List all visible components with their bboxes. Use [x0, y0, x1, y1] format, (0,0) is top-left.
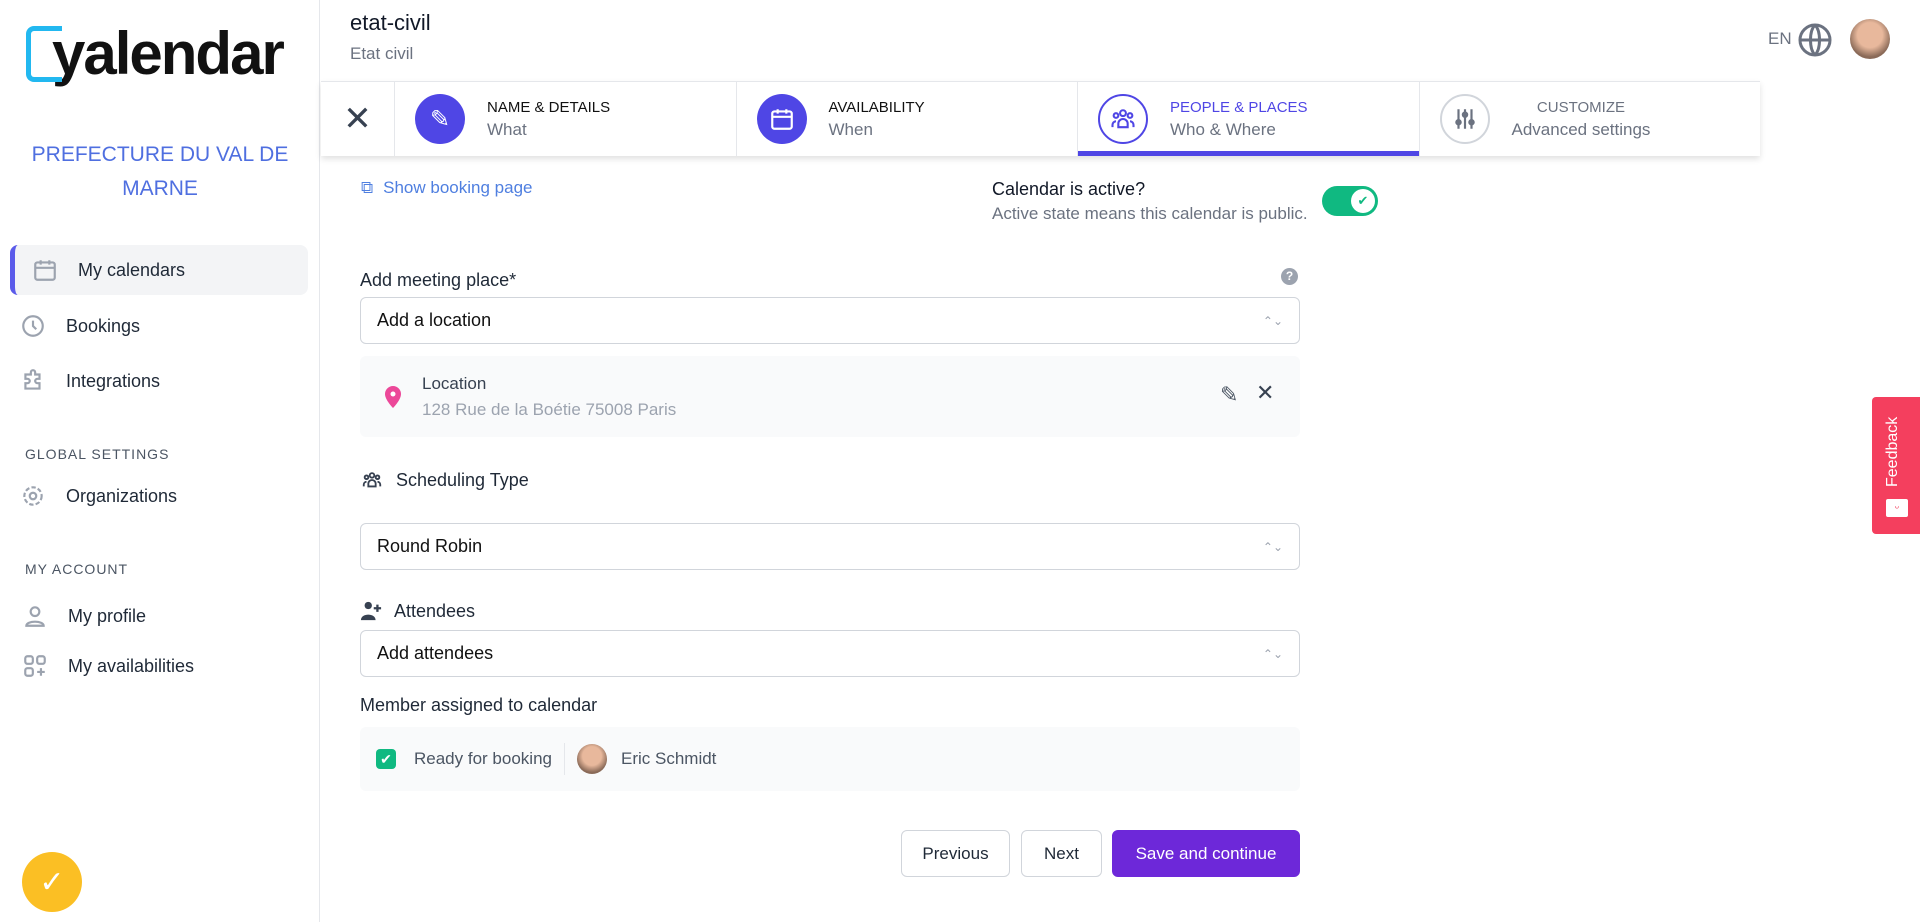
sidebar-item-my-calendars[interactable]: My calendars	[10, 245, 308, 295]
attendees-label: Attendees	[360, 600, 475, 622]
people-icon	[1098, 94, 1148, 144]
map-pin-icon	[385, 386, 401, 408]
chevron-updown-icon: ⌃⌄	[1262, 539, 1283, 554]
page-subtitle: Etat civil	[350, 44, 414, 63]
step-subtitle: Who & Where	[1170, 119, 1276, 139]
calendar-icon	[756, 94, 807, 144]
sidebar-item-label: Integrations	[66, 370, 161, 391]
step-title: AVAILABILITY	[828, 98, 925, 116]
edit-location-icon[interactable]: ✎	[1220, 382, 1238, 408]
user-plus-icon	[360, 601, 382, 621]
remove-location-icon[interactable]: ✕	[1256, 380, 1274, 406]
member-assigned-label: Member assigned to calendar	[360, 695, 598, 715]
grid-plus-icon	[24, 655, 46, 677]
select-value: Add attendees	[377, 643, 494, 663]
location-card: Location 128 Rue de la Boétie 75008 Pari…	[360, 356, 1300, 437]
sliders-icon	[1439, 94, 1490, 144]
member-status: Ready for booking	[414, 749, 552, 768]
step-subtitle: What	[487, 119, 527, 139]
calendar-icon	[34, 260, 56, 281]
sidebar: yalendar PREFECTURE DU VAL DE MARNE My c…	[0, 0, 320, 922]
my-account-heading: MY ACCOUNT	[25, 561, 129, 577]
sidebar-item-label: Organizations	[66, 485, 178, 506]
select-value: Round Robin	[377, 536, 483, 556]
ready-checkbox[interactable]: ✔	[376, 749, 396, 769]
select-value: Add a location	[377, 310, 492, 330]
close-icon[interactable]: ✕	[321, 82, 394, 156]
globe-icon[interactable]	[1797, 22, 1833, 58]
gear-icon	[23, 486, 43, 506]
language-label[interactable]: EN	[1768, 29, 1792, 49]
member-card: ✔ Ready for booking Eric Schmidt	[360, 727, 1300, 791]
active-toggle[interactable]: ✔	[1322, 186, 1378, 216]
step-title: CUSTOMIZE	[1536, 98, 1625, 116]
checklist-launcher-icon[interactable]: ✓	[22, 852, 82, 912]
save-and-continue-button[interactable]: Save and continue	[1112, 830, 1300, 877]
sidebar-item-bookings[interactable]: Bookings	[10, 301, 308, 351]
member-avatar	[576, 744, 607, 774]
sidebar-item-my-profile[interactable]: My profile	[10, 591, 308, 641]
active-title: Calendar is active?	[992, 179, 1146, 199]
page-title: etat-civil	[350, 10, 431, 35]
feedback-tab[interactable]: Feedback ᵕ	[1872, 397, 1920, 534]
logo-text: yalendar	[52, 20, 285, 87]
smiley-icon: ᵕ	[1886, 499, 1908, 517]
user-avatar[interactable]	[1850, 19, 1890, 59]
logo[interactable]: yalendar	[26, 20, 285, 87]
meeting-place-label: Add meeting place*	[360, 270, 517, 290]
location-select[interactable]: Add a location ⌃⌄	[360, 297, 1300, 344]
step-subtitle: When	[828, 119, 873, 139]
user-icon	[25, 606, 45, 627]
step-availability[interactable]: AVAILABILITY When	[735, 82, 1078, 156]
scheduling-type-select[interactable]: Round Robin ⌃⌄	[360, 523, 1300, 570]
location-title: Location	[422, 374, 487, 393]
divider	[563, 743, 565, 775]
stepper: ✕ ✎ NAME & DETAILS What AVAILABILITY When …	[321, 81, 1760, 156]
sidebar-item-integrations[interactable]: Integrations	[10, 356, 308, 406]
sidebar-item-label: Bookings	[66, 315, 141, 336]
global-settings-heading: GLOBAL SETTINGS	[25, 446, 170, 462]
feedback-label: Feedback	[1884, 416, 1901, 487]
sidebar-item-organizations[interactable]: Organizations	[10, 471, 308, 521]
external-link-icon: ⧉	[361, 178, 374, 197]
organization-name: PREFECTURE DU VAL DE MARNE	[31, 143, 289, 200]
sidebar-item-label: My profile	[68, 605, 147, 626]
help-icon[interactable]: ?	[1281, 268, 1298, 285]
sidebar-item-label: My availabilities	[68, 655, 195, 676]
check-icon: ✔	[1351, 189, 1375, 213]
sidebar-item-label: My calendars	[78, 259, 186, 280]
step-subtitle: Advanced settings	[1511, 119, 1651, 139]
step-name-details[interactable]: ✎ NAME & DETAILS What	[394, 82, 736, 156]
step-title: NAME & DETAILS	[487, 98, 611, 116]
puzzle-icon	[24, 369, 41, 390]
previous-button[interactable]: Previous	[901, 830, 1010, 877]
chevron-updown-icon: ⌃⌄	[1262, 313, 1283, 328]
logo-calendar-icon	[26, 26, 62, 82]
location-address: 128 Rue de la Boétie 75008 Paris	[422, 400, 677, 419]
scheduling-type-label: Scheduling Type	[360, 469, 529, 491]
chevron-updown-icon: ⌃⌄	[1262, 646, 1283, 661]
people-icon	[362, 472, 382, 488]
active-description: Active state means this calendar is publ…	[992, 204, 1308, 223]
step-customize[interactable]: CUSTOMIZE Advanced settings	[1418, 82, 1761, 156]
pencil-icon: ✎	[415, 94, 465, 144]
next-button[interactable]: Next	[1021, 830, 1102, 877]
show-booking-page-link[interactable]: ⧉ Show booking page	[361, 178, 532, 198]
step-people-places[interactable]: PEOPLE & PLACES Who & Where	[1077, 82, 1419, 156]
sidebar-item-my-availabilities[interactable]: My availabilities	[10, 641, 308, 691]
attendees-select[interactable]: Add attendees ⌃⌄	[360, 630, 1300, 677]
link-label: Show booking page	[383, 178, 533, 197]
member-name: Eric Schmidt	[620, 749, 717, 768]
step-title: PEOPLE & PLACES	[1170, 98, 1308, 116]
clock-icon	[22, 315, 44, 337]
